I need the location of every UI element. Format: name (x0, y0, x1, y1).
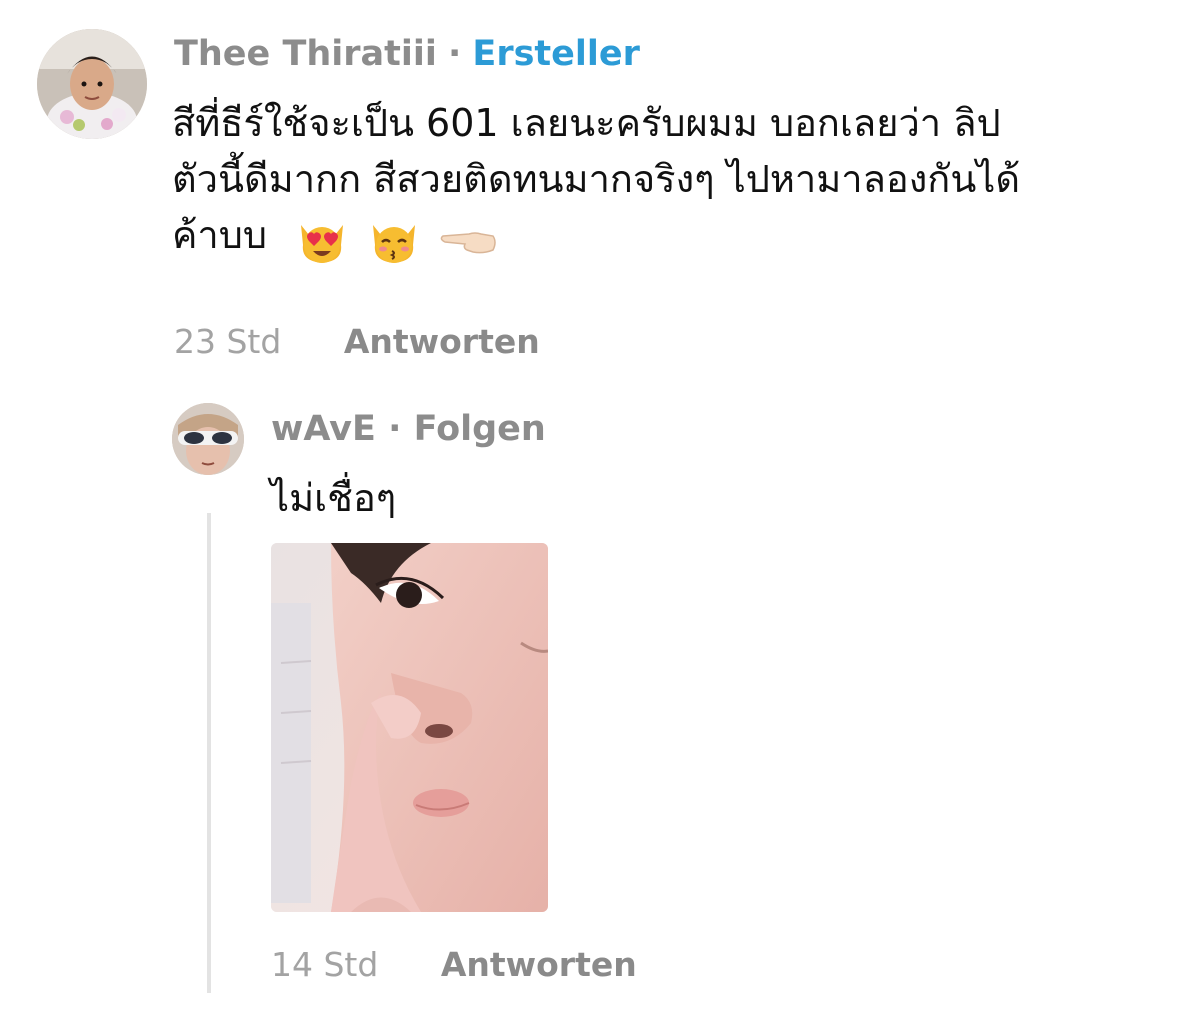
comment-text-fragment: ค้าบบ (172, 213, 267, 257)
emoji-group (295, 210, 505, 266)
author-name[interactable]: Thee Thiratiii (174, 34, 437, 74)
follow-button[interactable]: Folgen (414, 409, 546, 449)
reply-author-name[interactable]: wAvE (271, 409, 376, 449)
separator-dot: · (388, 409, 402, 449)
separator-dot: · (447, 34, 462, 74)
comment-body: สีที่ธีร์ใช้จะเป็น 601 เลยนะครับผมม บอกเ… (172, 95, 1182, 266)
pointing-left-hand-icon (440, 232, 497, 254)
reply-body: ไม่เชื่อๆ (270, 476, 397, 520)
reply-reply-button[interactable]: Antworten (441, 945, 637, 984)
reply-meta: 14 Std Antworten (271, 943, 637, 987)
comment-meta: 23 Std Antworten (174, 320, 540, 364)
creator-badge: Ersteller (472, 34, 640, 74)
reply-avatar[interactable] (172, 403, 244, 475)
comment-header: Thee Thiratiii · Ersteller (174, 32, 640, 76)
reply-photo[interactable] (271, 543, 548, 912)
comment-text-line-last: ค้าบบ (172, 207, 1182, 266)
heart-eyes-cat-icon (301, 225, 344, 263)
reply-header: wAvE · Folgen (271, 407, 546, 451)
thread-line (207, 513, 211, 993)
reply-button[interactable]: Antworten (344, 322, 540, 361)
comment-thread: Thee Thiratiii · Ersteller สีที่ธีร์ใช้จ… (0, 0, 1200, 1017)
avatar[interactable] (37, 29, 147, 139)
comment-text-line: สีที่ธีร์ใช้จะเป็น 601 เลยนะครับผมม บอกเ… (172, 101, 1001, 145)
comment-text-line: ตัวนี้ดีมากก สีสวยติดทนมากจริงๆ ไปหามาลอ… (172, 157, 1021, 201)
reply-timestamp: 14 Std (271, 945, 379, 984)
timestamp: 23 Std (174, 322, 282, 361)
kissing-cat-icon (373, 225, 416, 263)
